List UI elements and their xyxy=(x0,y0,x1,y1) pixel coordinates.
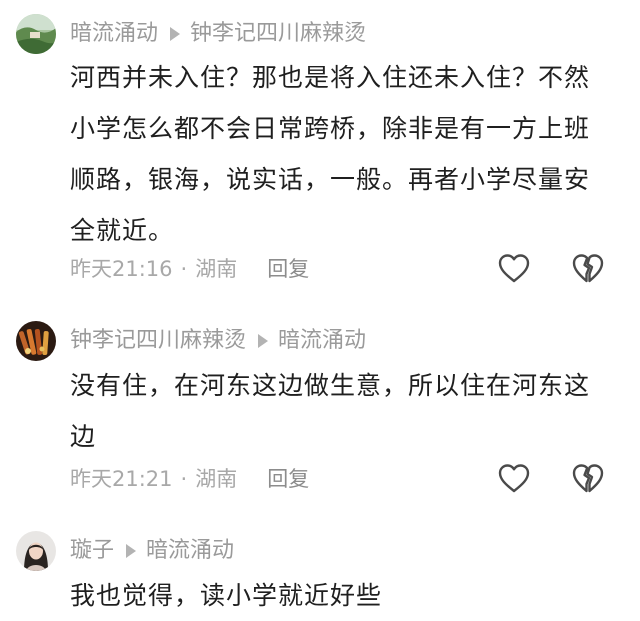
reply-to-name[interactable]: 暗流涌动 xyxy=(278,328,366,353)
avatar[interactable] xyxy=(16,531,56,571)
reply-button[interactable]: 回复 xyxy=(267,467,309,491)
author-name[interactable]: 钟李记四川麻辣烫 xyxy=(70,328,246,353)
comment-header: 暗流涌动 钟李记四川麻辣烫 xyxy=(70,17,366,51)
broken-heart-icon xyxy=(572,254,604,283)
comment-text: 河西并未入住？那也是将入住还未入住？不然小学怎么都不会日常跨桥，除非是有一方上班… xyxy=(70,63,591,245)
reply-arrow-icon xyxy=(126,544,137,558)
comment-time: 昨天21:21 xyxy=(70,467,173,491)
comment-text: 我也觉得，读小学就近好些 xyxy=(70,581,383,610)
skewer-food-avatar-image xyxy=(16,321,56,361)
heart-outline-icon xyxy=(498,464,530,493)
author-name[interactable]: 暗流涌动 xyxy=(70,21,158,46)
comment-meta: 昨天21:21 · 湖南 回复 xyxy=(70,462,309,496)
comment-location: 湖南 xyxy=(195,467,238,491)
author-name[interactable]: 璇子 xyxy=(70,538,114,563)
reply-to-name[interactable]: 钟李记四川麻辣烫 xyxy=(190,21,366,46)
like-button[interactable] xyxy=(496,251,532,285)
portrait-avatar-image xyxy=(16,531,56,571)
comment-time: 昨天21:16 xyxy=(70,257,173,281)
comment-header: 钟李记四川麻辣烫 暗流涌动 xyxy=(70,324,366,358)
separator-dot: · xyxy=(180,467,188,491)
landscape-avatar-image xyxy=(16,14,56,54)
avatar[interactable] xyxy=(16,14,56,54)
comment-location: 湖南 xyxy=(195,257,238,281)
dislike-button[interactable] xyxy=(570,461,606,495)
separator-dot: · xyxy=(180,257,188,281)
reply-button[interactable]: 回复 xyxy=(267,257,309,281)
reply-to-name[interactable]: 暗流涌动 xyxy=(146,538,234,563)
comment-text: 没有住，在河东这边做生意，所以住在河东这边 xyxy=(70,371,591,451)
avatar[interactable] xyxy=(16,321,56,361)
dislike-button[interactable] xyxy=(570,251,606,285)
comment-header: 璇子 暗流涌动 xyxy=(70,534,234,568)
reply-arrow-icon xyxy=(170,27,181,41)
reply-arrow-icon xyxy=(258,334,269,348)
broken-heart-icon xyxy=(572,464,604,493)
comment-meta: 昨天21:16 · 湖南 回复 xyxy=(70,252,309,286)
like-button[interactable] xyxy=(496,461,532,495)
heart-outline-icon xyxy=(498,254,530,283)
